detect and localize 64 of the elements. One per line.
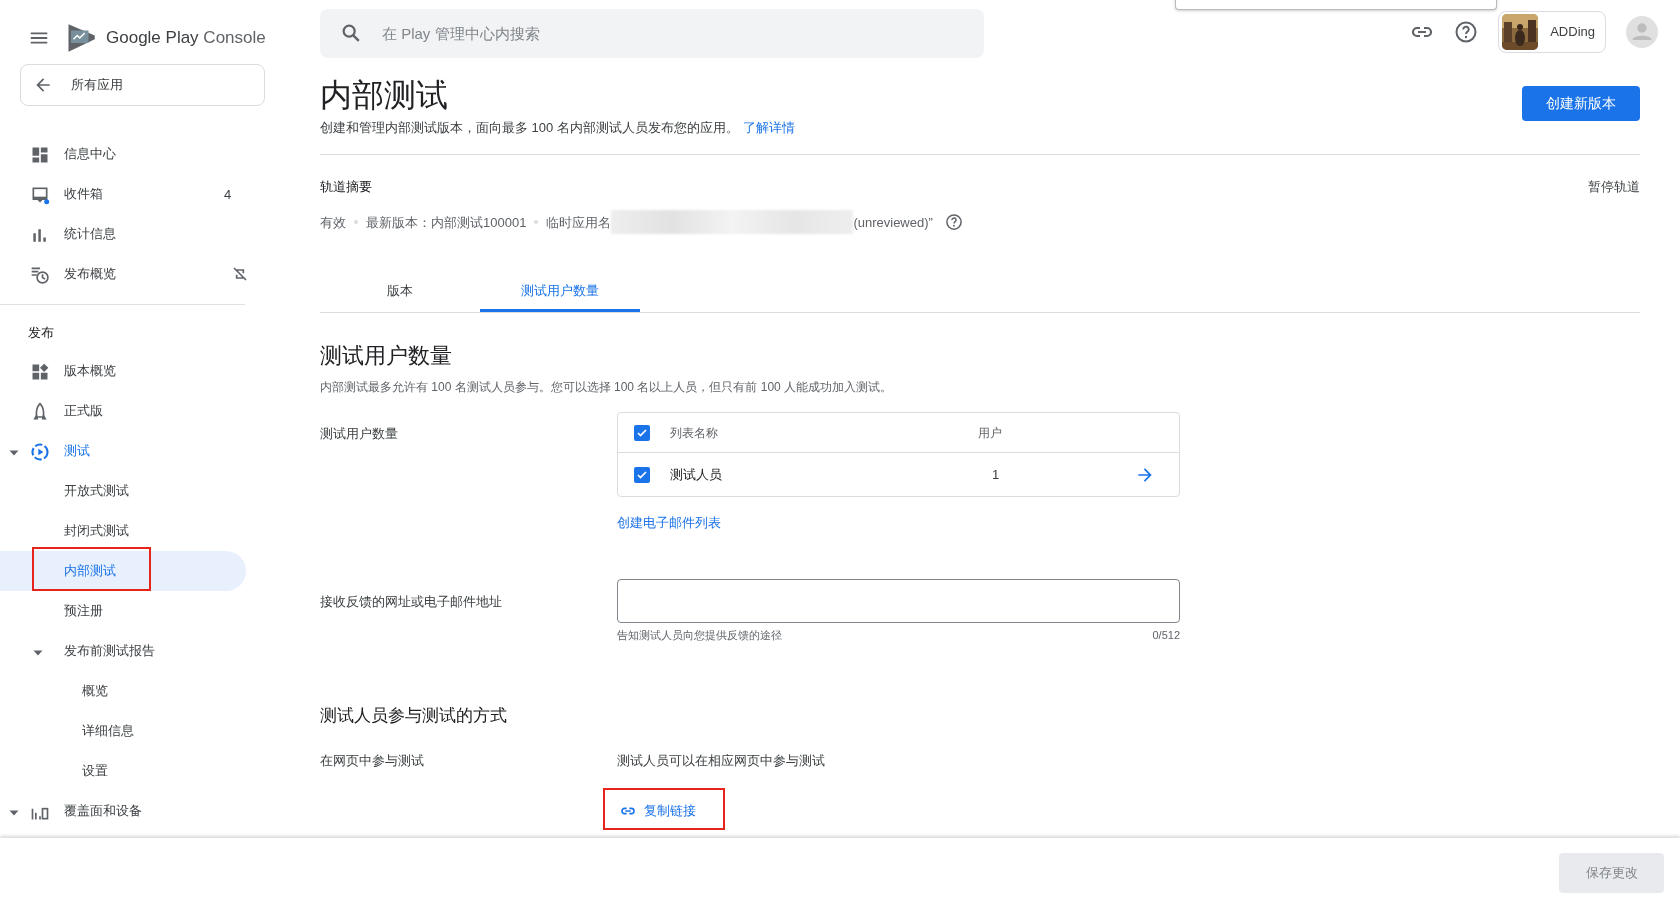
- nav-item[interactable]: 封闭式测试: [0, 510, 129, 551]
- copy-link-button[interactable]: 复制链接: [619, 800, 697, 822]
- column-header: 用户: [978, 424, 1002, 442]
- table-cell-text: 测试人员: [670, 466, 723, 485]
- nav-item[interactable]: 信息中心: [0, 134, 116, 174]
- status-text: 有效: [320, 213, 346, 232]
- field-label: 接收反馈的网址或电子邮件地址: [320, 592, 503, 611]
- clock-list-icon: [30, 265, 50, 285]
- latest-release: 最新版本：内部测试100001: [366, 213, 527, 232]
- help-icon[interactable]: [944, 213, 963, 232]
- search-field[interactable]: 在 Play 管理中心内搜索: [320, 8, 984, 58]
- nav-item[interactable]: 发布概览: [0, 254, 116, 294]
- app-name: ADDing: [1550, 23, 1595, 42]
- app-switcher[interactable]: ADDing: [1498, 11, 1606, 53]
- nav-item[interactable]: 覆盖面和设备: [0, 790, 142, 831]
- helper-text: 告知测试人员向您提供反馈的途径: [617, 627, 782, 643]
- nav-item[interactable]: 发布前测试报告: [0, 630, 155, 671]
- count-label: 4: [224, 186, 232, 204]
- app-name-label: 临时应用名: [546, 213, 612, 232]
- checkbox[interactable]: [634, 424, 650, 441]
- page-description: 创建和管理内部测试版本，面向最多 100 名内部测试人员发布您的应用。: [320, 120, 739, 136]
- feedback-input[interactable]: [617, 578, 1180, 623]
- nav-item[interactable]: 正式版: [0, 390, 103, 431]
- section-heading: 发布: [28, 325, 54, 340]
- nav-item[interactable]: 统计信息: [0, 214, 116, 254]
- table-cell-text: 1: [992, 466, 1000, 485]
- app-name-suffix: (unreviewed)”: [853, 213, 933, 232]
- create-release-button[interactable]: 创建新版本: [1522, 86, 1640, 121]
- pause-track-link[interactable]: 暂停轨道: [1588, 176, 1640, 197]
- inbox-icon: [30, 185, 50, 205]
- nav-item[interactable]: 详细信息: [0, 710, 134, 751]
- section-description: 内部测试最多允许有 100 名测试人员参与。您可以选择 100 名以上人员，但只有前 100 人能成功加入测试。: [320, 379, 894, 397]
- grid-icon: [30, 361, 50, 382]
- tab[interactable]: 测试用户数量: [480, 272, 640, 313]
- character-counter: 0/512: [1152, 627, 1180, 643]
- create-list-link[interactable]: 创建电子邮件列表: [617, 513, 721, 533]
- nav-item[interactable]: 设置: [0, 750, 108, 791]
- field-label: 测试用户数量: [320, 425, 399, 444]
- check-icon: [636, 468, 648, 481]
- back-button[interactable]: 所有应用: [20, 64, 265, 106]
- field-label: 在网页中参与测试: [320, 751, 425, 770]
- nav-item[interactable]: 收件箱: [0, 174, 103, 214]
- nav-item[interactable]: 版本概览: [0, 350, 116, 391]
- summary-heading: 轨道摘要: [320, 177, 372, 196]
- page-title: 内部测试: [320, 76, 449, 115]
- nav-item[interactable]: 测试: [0, 430, 90, 471]
- tab[interactable]: 版本: [320, 272, 480, 313]
- check-icon: [636, 426, 648, 439]
- nav-item[interactable]: 内部测试: [0, 550, 246, 591]
- column-header: 列表名称: [670, 424, 719, 442]
- learn-more-link[interactable]: 了解详情: [742, 120, 795, 136]
- rocket-icon: [30, 401, 50, 422]
- description-text: 测试人员可以在相应网页中参与测试: [617, 751, 826, 770]
- section-heading: 测试人员参与测试的方式: [320, 705, 508, 728]
- play-circle-icon: [30, 441, 50, 462]
- checkbox[interactable]: [634, 466, 650, 483]
- play-console-logo-icon: [66, 23, 96, 53]
- help-icon[interactable]: [1454, 20, 1479, 44]
- nav-item[interactable]: 概览: [0, 670, 108, 711]
- nav-item[interactable]: 预注册: [0, 590, 103, 631]
- dashboard-icon: [30, 145, 50, 165]
- nav-item[interactable]: 开放式测试: [0, 470, 129, 511]
- section-heading: 测试用户数量: [320, 342, 453, 371]
- logo-text: Google Play Console: [106, 27, 266, 50]
